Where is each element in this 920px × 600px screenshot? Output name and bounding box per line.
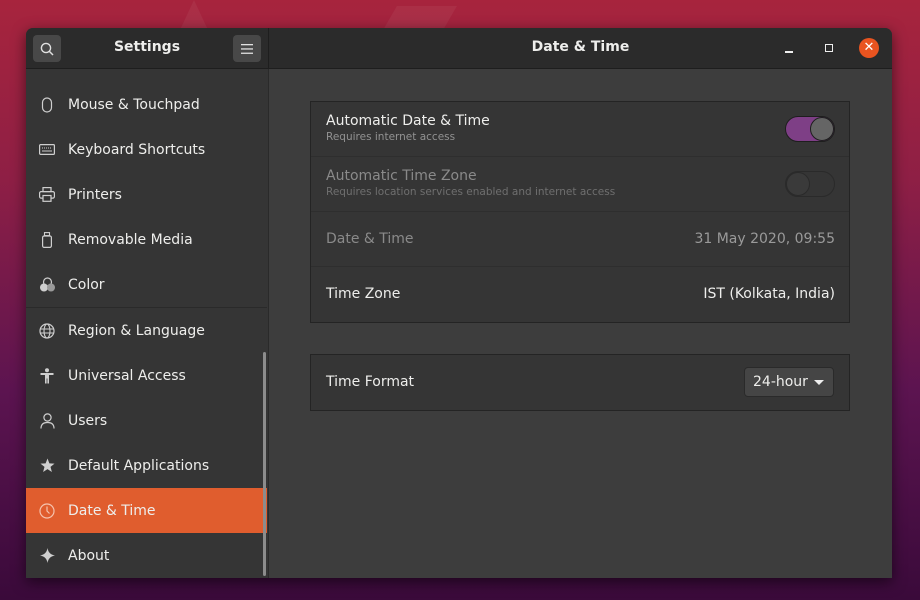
sidebar-item-label: Users xyxy=(68,412,108,429)
header-bar: Settings Date & Time ✕ xyxy=(26,28,892,69)
auto-timezone-row[interactable]: Automatic Time Zone Requires location se… xyxy=(311,157,849,212)
sidebar-item-users[interactable]: Users xyxy=(26,398,267,443)
auto-datetime-row[interactable]: Automatic Date & Time Requires internet … xyxy=(311,102,849,157)
switch-knob xyxy=(810,117,834,141)
sidebar-item-mouse-touchpad[interactable]: Mouse & Touchpad xyxy=(26,82,267,127)
sidebar-item-label: Date & Time xyxy=(68,502,156,519)
time-format-label: Time Format xyxy=(326,374,415,390)
datetime-label: Date & Time xyxy=(326,231,414,247)
sidebar-item-about[interactable]: About xyxy=(26,533,267,578)
mouse-icon xyxy=(26,96,68,113)
sidebar-title: Settings xyxy=(113,39,181,55)
timezone-label: Time Zone xyxy=(326,286,401,302)
sidebar-item-removable-media[interactable]: Removable Media xyxy=(26,217,267,262)
printer-icon xyxy=(26,187,68,202)
time-format-selected: 24-hour xyxy=(753,374,808,390)
close-button[interactable]: ✕ xyxy=(859,38,879,58)
sidebar-item-color[interactable]: Color xyxy=(26,262,267,307)
sidebar-item-universal-access[interactable]: Universal Access xyxy=(26,353,267,398)
settings-window: Settings Date & Time ✕ Mouse & Touchpad … xyxy=(26,28,892,578)
timezone-value: IST (Kolkata, India) xyxy=(703,286,835,302)
auto-datetime-title: Automatic Date & Time xyxy=(326,113,490,129)
sidebar-item-date-time[interactable]: Date & Time xyxy=(26,488,267,533)
datetime-row[interactable]: Date & Time 31 May 2020, 09:55 xyxy=(311,212,849,267)
sidebar-item-label: Color xyxy=(68,276,105,293)
main-content: Automatic Date & Time Requires internet … xyxy=(269,69,892,578)
menu-button[interactable] xyxy=(233,35,261,62)
auto-datetime-subtitle: Requires internet access xyxy=(326,131,456,143)
sidebar-item-label: Universal Access xyxy=(68,367,186,384)
wallpaper-shape xyxy=(180,0,208,30)
chevron-down-icon xyxy=(814,380,824,385)
accessibility-icon xyxy=(26,367,68,384)
globe-icon xyxy=(26,322,68,339)
time-format-dropdown[interactable]: 24-hour xyxy=(744,367,834,397)
maximize-icon xyxy=(825,44,833,52)
time-format-row: Time Format 24-hour xyxy=(311,355,849,410)
datetime-value: 31 May 2020, 09:55 xyxy=(694,231,835,247)
minimize-button[interactable] xyxy=(779,38,799,58)
sidebar-item-region-language[interactable]: Region & Language xyxy=(26,308,267,353)
auto-timezone-switch[interactable] xyxy=(785,171,835,197)
sidebar-item-keyboard-shortcuts[interactable]: Keyboard Shortcuts xyxy=(26,127,267,172)
auto-datetime-switch[interactable] xyxy=(785,116,835,142)
time-format-panel: Time Format 24-hour xyxy=(310,354,850,411)
sidebar: Mouse & Touchpad Keyboard Shortcuts Prin… xyxy=(26,69,269,578)
sidebar-item-label: Printers xyxy=(68,186,122,203)
main-header: Date & Time ✕ xyxy=(269,28,892,68)
switch-knob xyxy=(786,172,810,196)
datetime-panel: Automatic Date & Time Requires internet … xyxy=(310,101,850,323)
auto-timezone-title: Automatic Time Zone xyxy=(326,168,477,184)
sidebar-item-label: Region & Language xyxy=(68,322,205,339)
sidebar-header: Settings xyxy=(26,28,269,68)
sidebar-scrollbar[interactable] xyxy=(263,352,266,576)
color-icon xyxy=(26,277,68,292)
hamburger-menu-icon xyxy=(241,43,253,54)
star-icon xyxy=(26,458,68,473)
minimize-icon xyxy=(785,51,793,53)
sidebar-item-label: About xyxy=(68,547,110,564)
clock-icon xyxy=(26,502,68,519)
wallpaper-shape xyxy=(383,6,457,30)
timezone-row[interactable]: Time Zone IST (Kolkata, India) xyxy=(311,267,849,322)
sidebar-item-label: Default Applications xyxy=(68,457,210,474)
auto-timezone-subtitle: Requires location services enabled and i… xyxy=(326,186,616,198)
sidebar-item-label: Removable Media xyxy=(68,231,193,248)
sidebar-item-default-applications[interactable]: Default Applications xyxy=(26,443,267,488)
sidebar-item-label: Mouse & Touchpad xyxy=(68,96,200,113)
keyboard-icon xyxy=(26,144,68,155)
sparkle-icon xyxy=(26,548,68,563)
close-icon: ✕ xyxy=(863,40,875,55)
sidebar-item-printers[interactable]: Printers xyxy=(26,172,267,217)
maximize-button[interactable] xyxy=(819,38,839,58)
user-icon xyxy=(26,412,68,429)
usb-drive-icon xyxy=(26,231,68,248)
sidebar-item-label: Keyboard Shortcuts xyxy=(68,141,206,158)
